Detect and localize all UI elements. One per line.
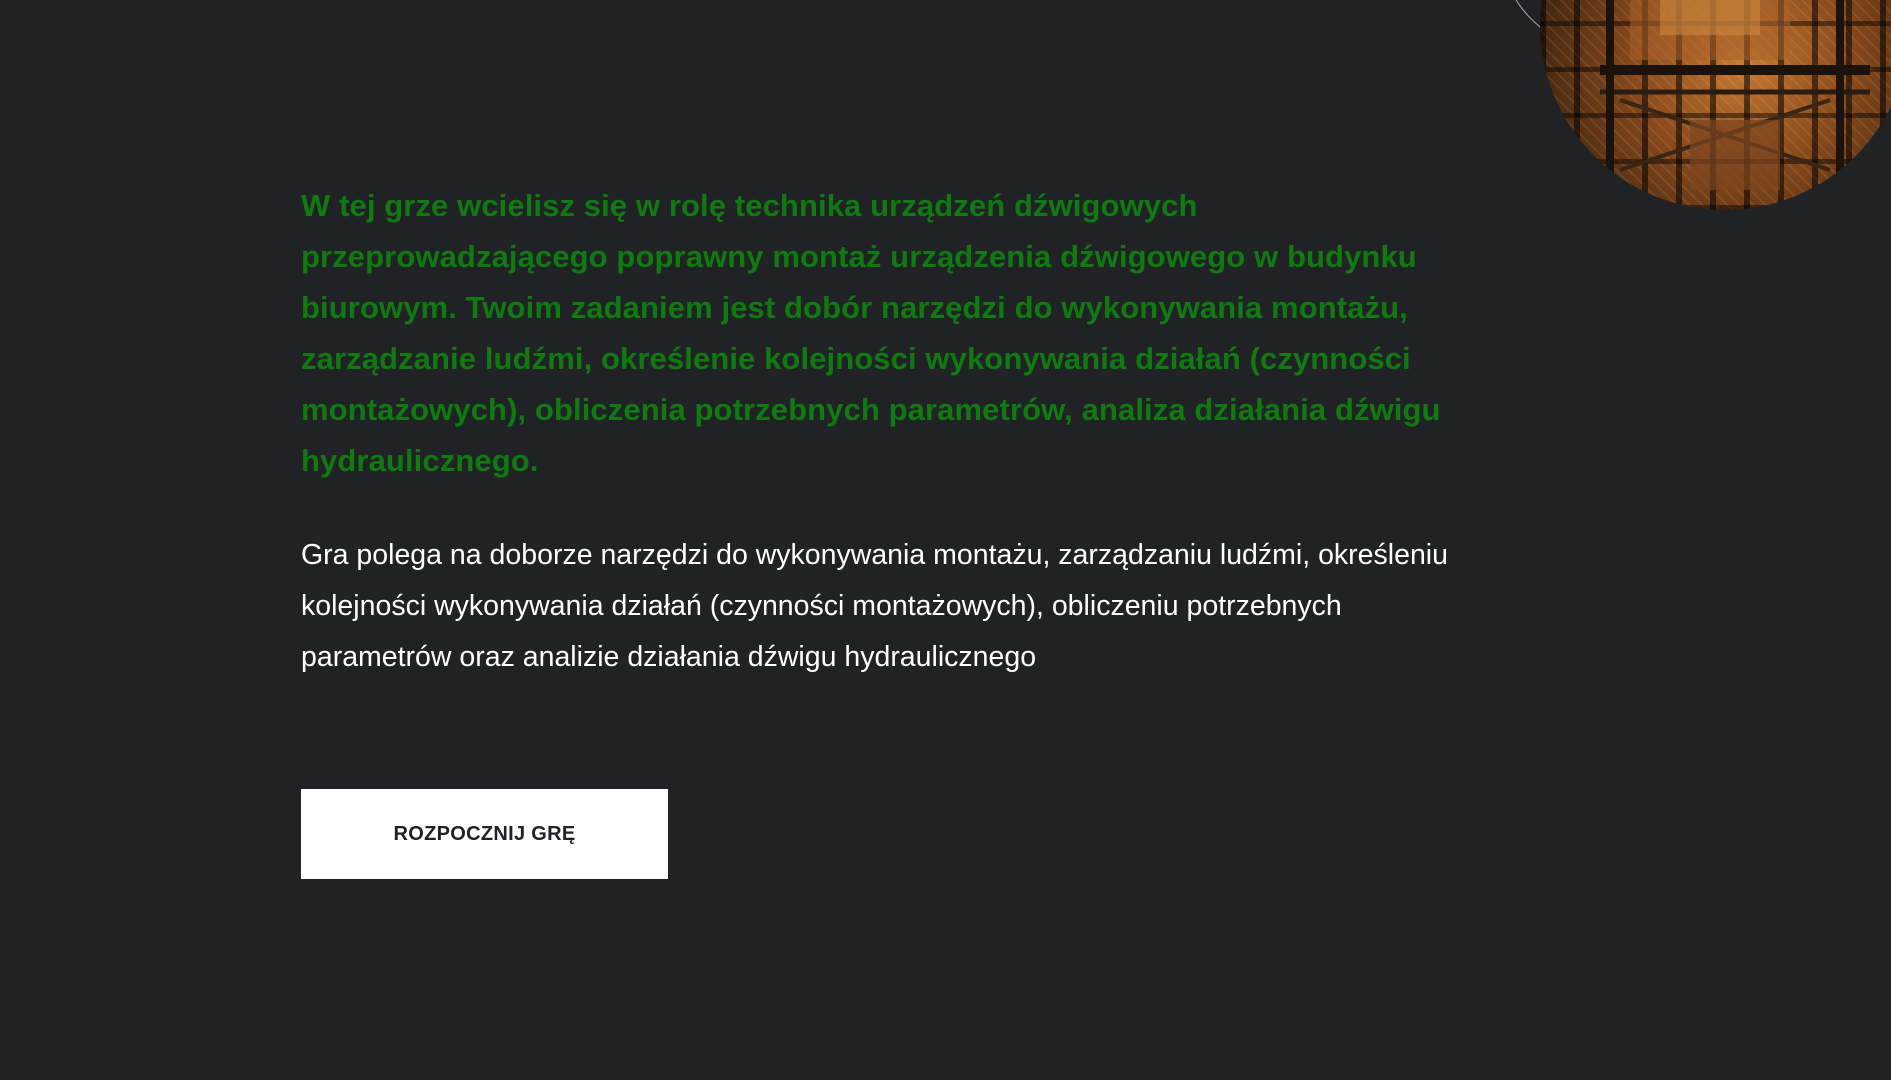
elevator-shaft-illustration: [1600, 0, 1870, 210]
game-description-text: Gra polega na doborze narzędzi do wykony…: [301, 539, 1448, 673]
elevator-shaft-photo: [1540, 0, 1891, 210]
game-intro-page: W tej grze wcielisz się w rolę technika …: [0, 0, 1891, 1080]
intro-content: W tej grze wcielisz się w rolę technika …: [301, 180, 1481, 683]
start-game-button[interactable]: ROZPOCZNIJ GRĘ: [301, 789, 668, 879]
game-lead-text: W tej grze wcielisz się w rolę technika …: [301, 188, 1441, 478]
